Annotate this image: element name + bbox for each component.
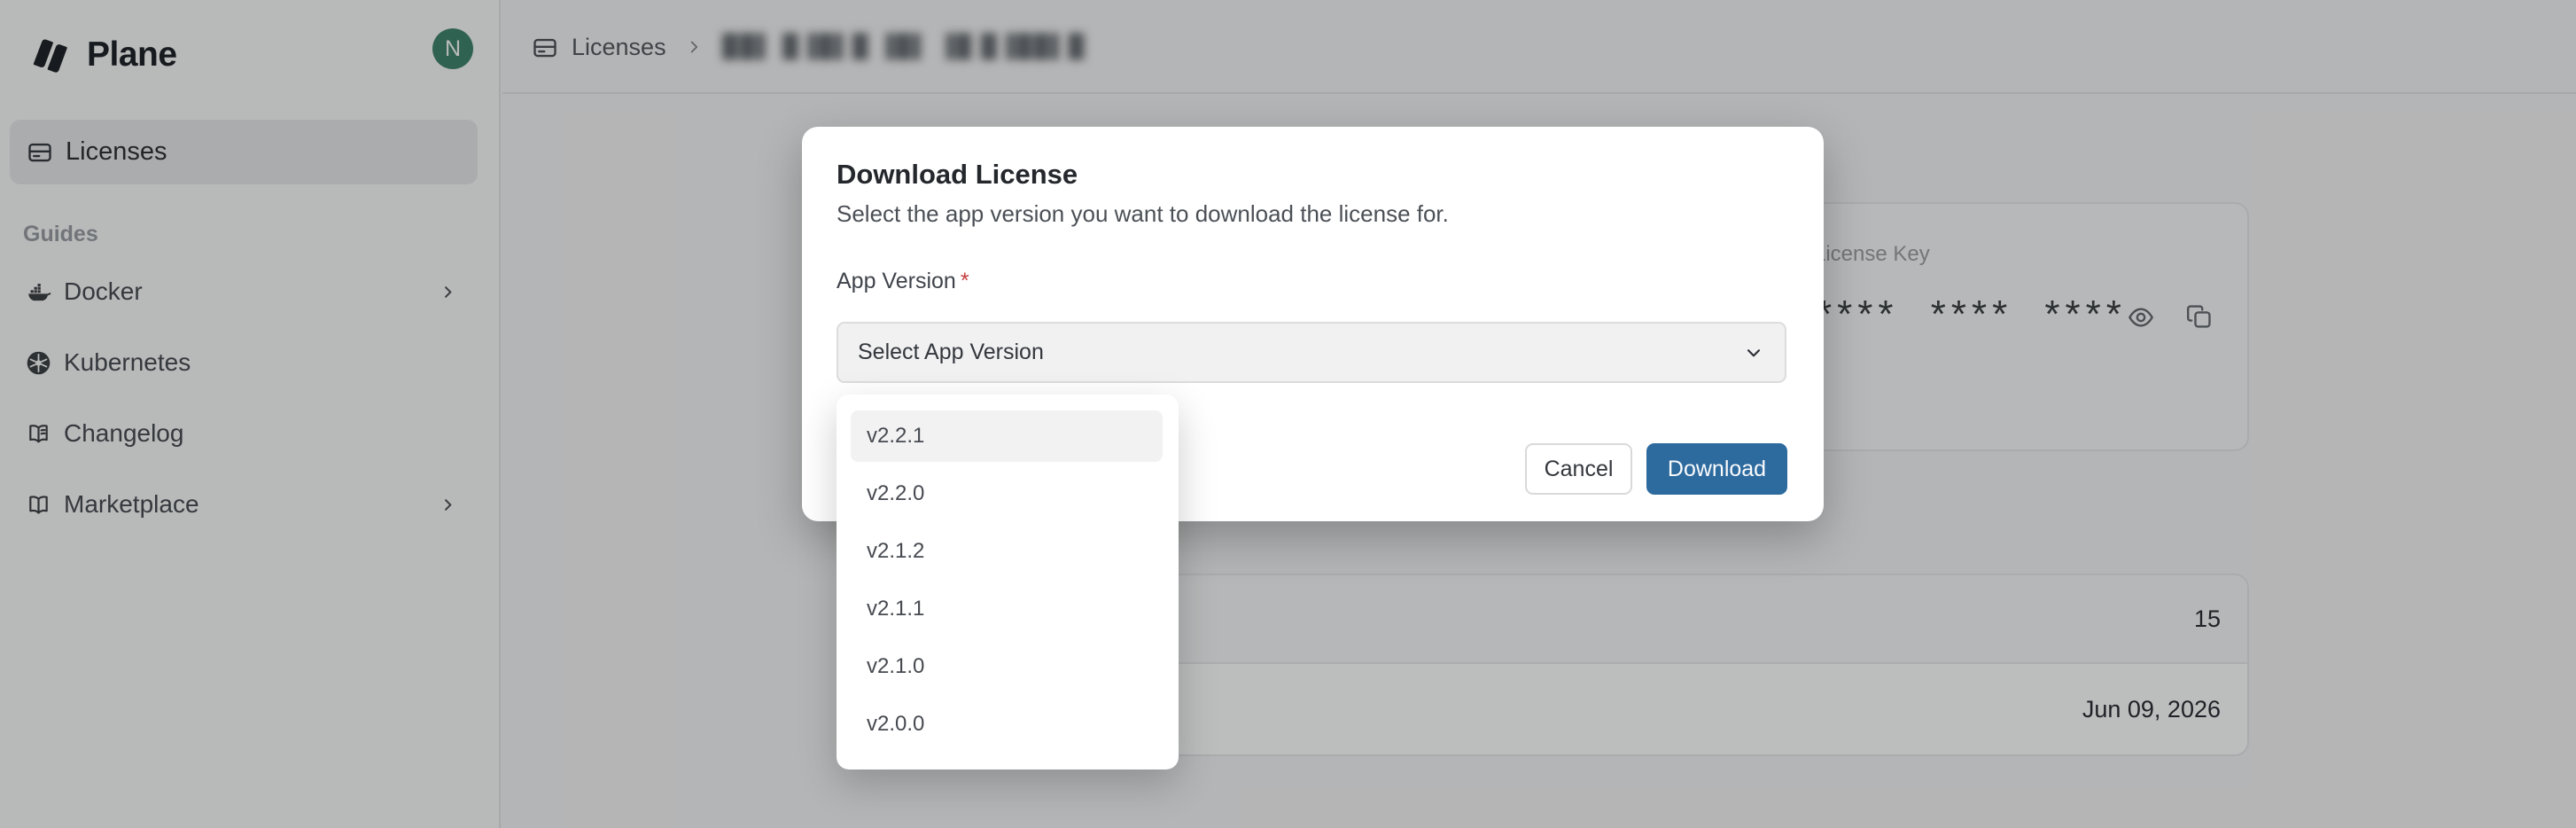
app-version-dropdown: v2.2.1 v2.2.0 v2.1.2 v2.1.1 v2.1.0 v2.0.… xyxy=(837,394,1179,769)
dropdown-option-v2.1.1[interactable]: v2.1.1 xyxy=(851,583,1163,635)
dropdown-option-v2.2.0[interactable]: v2.2.0 xyxy=(851,468,1163,519)
chevron-down-icon xyxy=(1742,341,1765,364)
modal-subtitle: Select the app version you want to downl… xyxy=(837,200,1449,228)
dropdown-option-v2.2.1[interactable]: v2.2.1 xyxy=(851,410,1163,462)
required-asterisk: * xyxy=(961,269,969,293)
download-button[interactable]: Download xyxy=(1646,443,1787,495)
app-version-label: App Version* xyxy=(837,269,969,294)
app-version-select[interactable]: Select App Version xyxy=(837,322,1786,383)
dropdown-option-v2.1.0[interactable]: v2.1.0 xyxy=(851,641,1163,692)
modal-title: Download License xyxy=(837,159,1078,191)
dropdown-option-v2.1.2[interactable]: v2.1.2 xyxy=(851,526,1163,577)
cancel-button[interactable]: Cancel xyxy=(1525,443,1632,495)
select-placeholder: Select App Version xyxy=(858,324,1044,381)
dropdown-option-v2.0.0[interactable]: v2.0.0 xyxy=(851,699,1163,750)
app-window: Plane N Licenses Guides Docker xyxy=(0,0,2576,828)
